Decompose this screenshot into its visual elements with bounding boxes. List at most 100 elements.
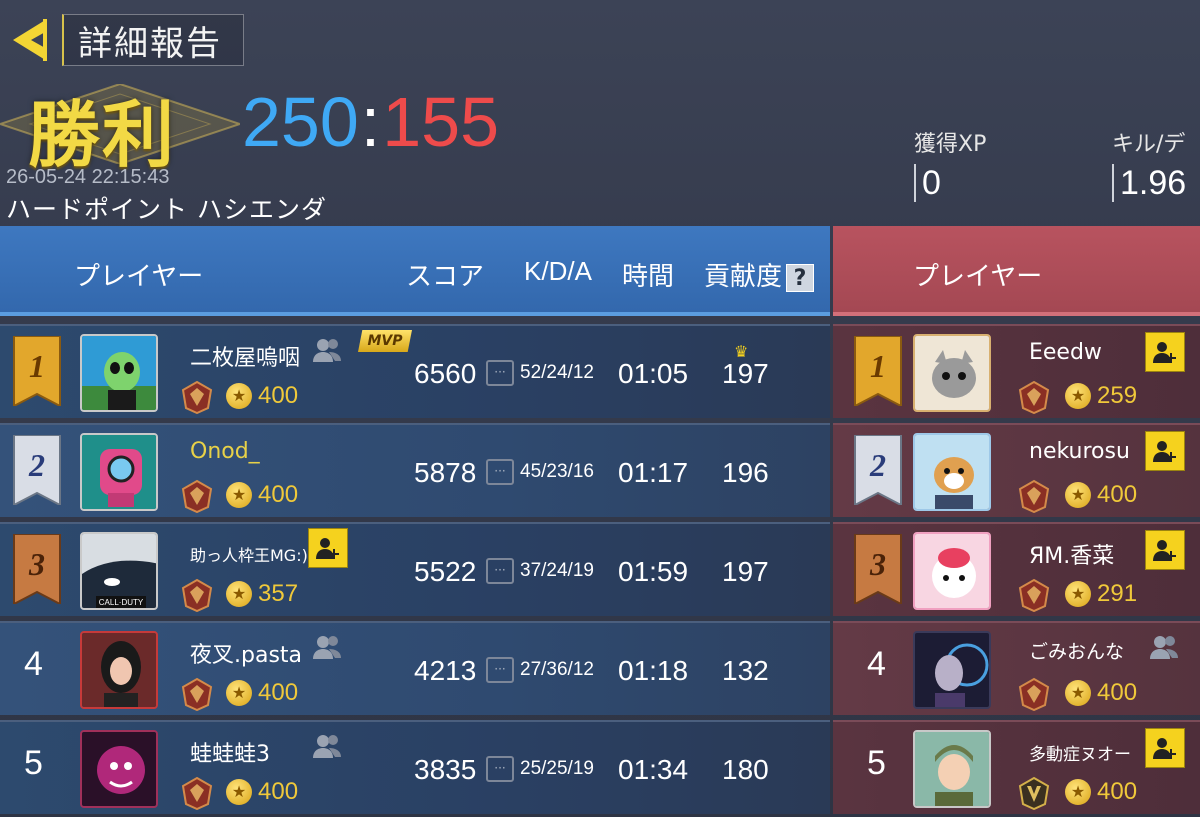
bronze-rank-ribbon: 3 (12, 533, 62, 606)
player-contribution: 132 (722, 655, 769, 686)
col-kda: K/D/A (524, 256, 592, 286)
col-contribution-label: 貢献度 (704, 262, 783, 292)
ally-row-2[interactable]: 2 Onod_ ★ 400 5878 ··· 45/23/16 01:17 196 (0, 423, 830, 517)
currency: ★ 400 (226, 481, 298, 509)
kd-value: 1.96 (1112, 164, 1186, 202)
player-time: 01:05 (618, 358, 689, 389)
avatar[interactable] (80, 631, 158, 709)
kda-detail-icon[interactable]: ··· (486, 657, 514, 683)
mvp-badge: MVP (358, 330, 412, 352)
currency-value: 400 (1097, 679, 1138, 706)
enemy-row-3[interactable]: 3 ЯM.香菜 ★ 291 (833, 522, 1200, 616)
rank-emblem-icon (181, 578, 213, 612)
party-icon[interactable] (1149, 633, 1179, 661)
rank-number: 1 (870, 348, 886, 384)
player-time: 01:59 (618, 556, 689, 587)
player-name: nekurosu (1029, 439, 1130, 464)
avatar[interactable] (913, 433, 991, 511)
currency-value: 400 (258, 778, 299, 805)
player-kda: 25/25/19 (520, 758, 594, 779)
currency: ★ 400 (1065, 481, 1137, 509)
add-friend-icon (1153, 540, 1176, 561)
avatar[interactable] (80, 433, 158, 511)
kda-detail-icon[interactable]: ··· (486, 459, 514, 485)
avatar[interactable] (913, 334, 991, 412)
rank-emblem-icon (1018, 578, 1050, 612)
player-score: 3835 (414, 754, 477, 785)
back-arrow-icon (13, 19, 47, 61)
rank-number: 2 (29, 447, 45, 483)
ally-row-3[interactable]: 3 CALL·DUTY 助っ人枠王MG:) ★ 357 5522 ··· 37/2… (0, 522, 830, 616)
rank-emblem-icon (1018, 380, 1050, 414)
kda-detail-icon[interactable]: ··· (486, 756, 514, 782)
ally-row-4[interactable]: 4 夜叉.pasta ★ 400 4213 ··· 27/36/12 01:18 … (0, 621, 830, 715)
add-friend-button[interactable] (1145, 431, 1185, 471)
ally-row-5[interactable]: 5 蛙蛙蛙3 ★ 400 3835 ··· 25/25/19 01:34 180 (0, 720, 830, 814)
coin-icon: ★ (226, 581, 252, 607)
avatar[interactable]: CALL·DUTY (80, 532, 158, 610)
coin-icon: ★ (1065, 680, 1091, 706)
add-friend-button[interactable] (1145, 332, 1185, 372)
rank-number: 4 (867, 645, 886, 683)
back-button[interactable] (0, 14, 60, 66)
rank-emblem-icon (181, 380, 213, 414)
currency-value: 400 (258, 679, 299, 706)
player-kda: 45/23/16 (520, 461, 594, 482)
gold-rank-ribbon: 1 (12, 335, 62, 408)
currency-value: 400 (1097, 778, 1138, 805)
avatar[interactable] (913, 730, 991, 808)
currency: ★ 291 (1065, 580, 1137, 608)
kd-stat: キル/デ 1.96 (1112, 126, 1186, 202)
party-icon[interactable] (312, 336, 342, 364)
coin-icon: ★ (1065, 383, 1091, 409)
player-name: 二枚屋嗚咽 (190, 346, 301, 371)
enemy-row-5[interactable]: 5 多動症ヌオー ★ 400 (833, 720, 1200, 814)
xp-stat: 獲得XP 0 (914, 126, 986, 202)
coin-icon: ★ (226, 482, 252, 508)
player-name: 蛙蛙蛙3 (190, 742, 270, 767)
add-friend-button[interactable] (1145, 728, 1185, 768)
currency-value: 400 (258, 382, 299, 409)
add-friend-button[interactable] (308, 528, 348, 568)
avatar[interactable] (913, 631, 991, 709)
kda-detail-icon[interactable]: ··· (486, 360, 514, 386)
add-friend-icon (316, 538, 339, 559)
currency: ★ 259 (1065, 382, 1137, 410)
currency-value: 400 (258, 481, 299, 508)
avatar[interactable] (80, 730, 158, 808)
player-time: 01:34 (618, 754, 689, 785)
col-score: スコア (406, 262, 485, 292)
player-name: Eeedw (1029, 340, 1102, 365)
rank-number: 5 (867, 744, 886, 782)
party-icon[interactable] (312, 633, 342, 661)
player-contribution: 180 (722, 754, 769, 785)
enemy-row-1[interactable]: 1 Eeedw ★ 259 (833, 324, 1200, 418)
player-name: 多動症ヌオー (1029, 745, 1131, 765)
add-friend-button[interactable] (1145, 530, 1185, 570)
party-icon[interactable] (312, 732, 342, 760)
coin-icon: ★ (1065, 482, 1091, 508)
rank-emblem-icon (1018, 776, 1050, 810)
enemy-score: 155 (382, 83, 500, 161)
player-name: 夜叉.pasta (190, 643, 303, 668)
kda-detail-icon[interactable]: ··· (486, 558, 514, 584)
ally-row-1[interactable]: 1 二枚屋嗚咽 ★ 400 MVP 6560 ··· 52/24/12 01:05… (0, 324, 830, 418)
gold-rank-ribbon: 1 (853, 335, 903, 408)
player-time: 01:18 (618, 655, 689, 686)
rank-number: 2 (870, 447, 886, 483)
kd-label: キル/デ (1112, 132, 1186, 157)
currency-value: 400 (1097, 481, 1138, 508)
avatar[interactable] (913, 532, 991, 610)
svg-text:CALL·DUTY: CALL·DUTY (99, 598, 144, 607)
help-icon[interactable]: ? (786, 263, 815, 292)
avatar[interactable] (80, 334, 158, 412)
xp-value: 0 (914, 164, 986, 202)
add-friend-icon (1153, 738, 1176, 759)
enemy-row-4[interactable]: 4 ごみおんな ★ 400 (833, 621, 1200, 715)
player-name: ごみおんな (1029, 641, 1125, 663)
rank-number: 5 (24, 744, 43, 782)
player-contribution: 197 (722, 358, 769, 389)
add-friend-icon (1153, 441, 1176, 462)
col-contribution: 貢献度? (704, 256, 815, 293)
enemy-row-2[interactable]: 2 nekurosu ★ 400 (833, 423, 1200, 517)
